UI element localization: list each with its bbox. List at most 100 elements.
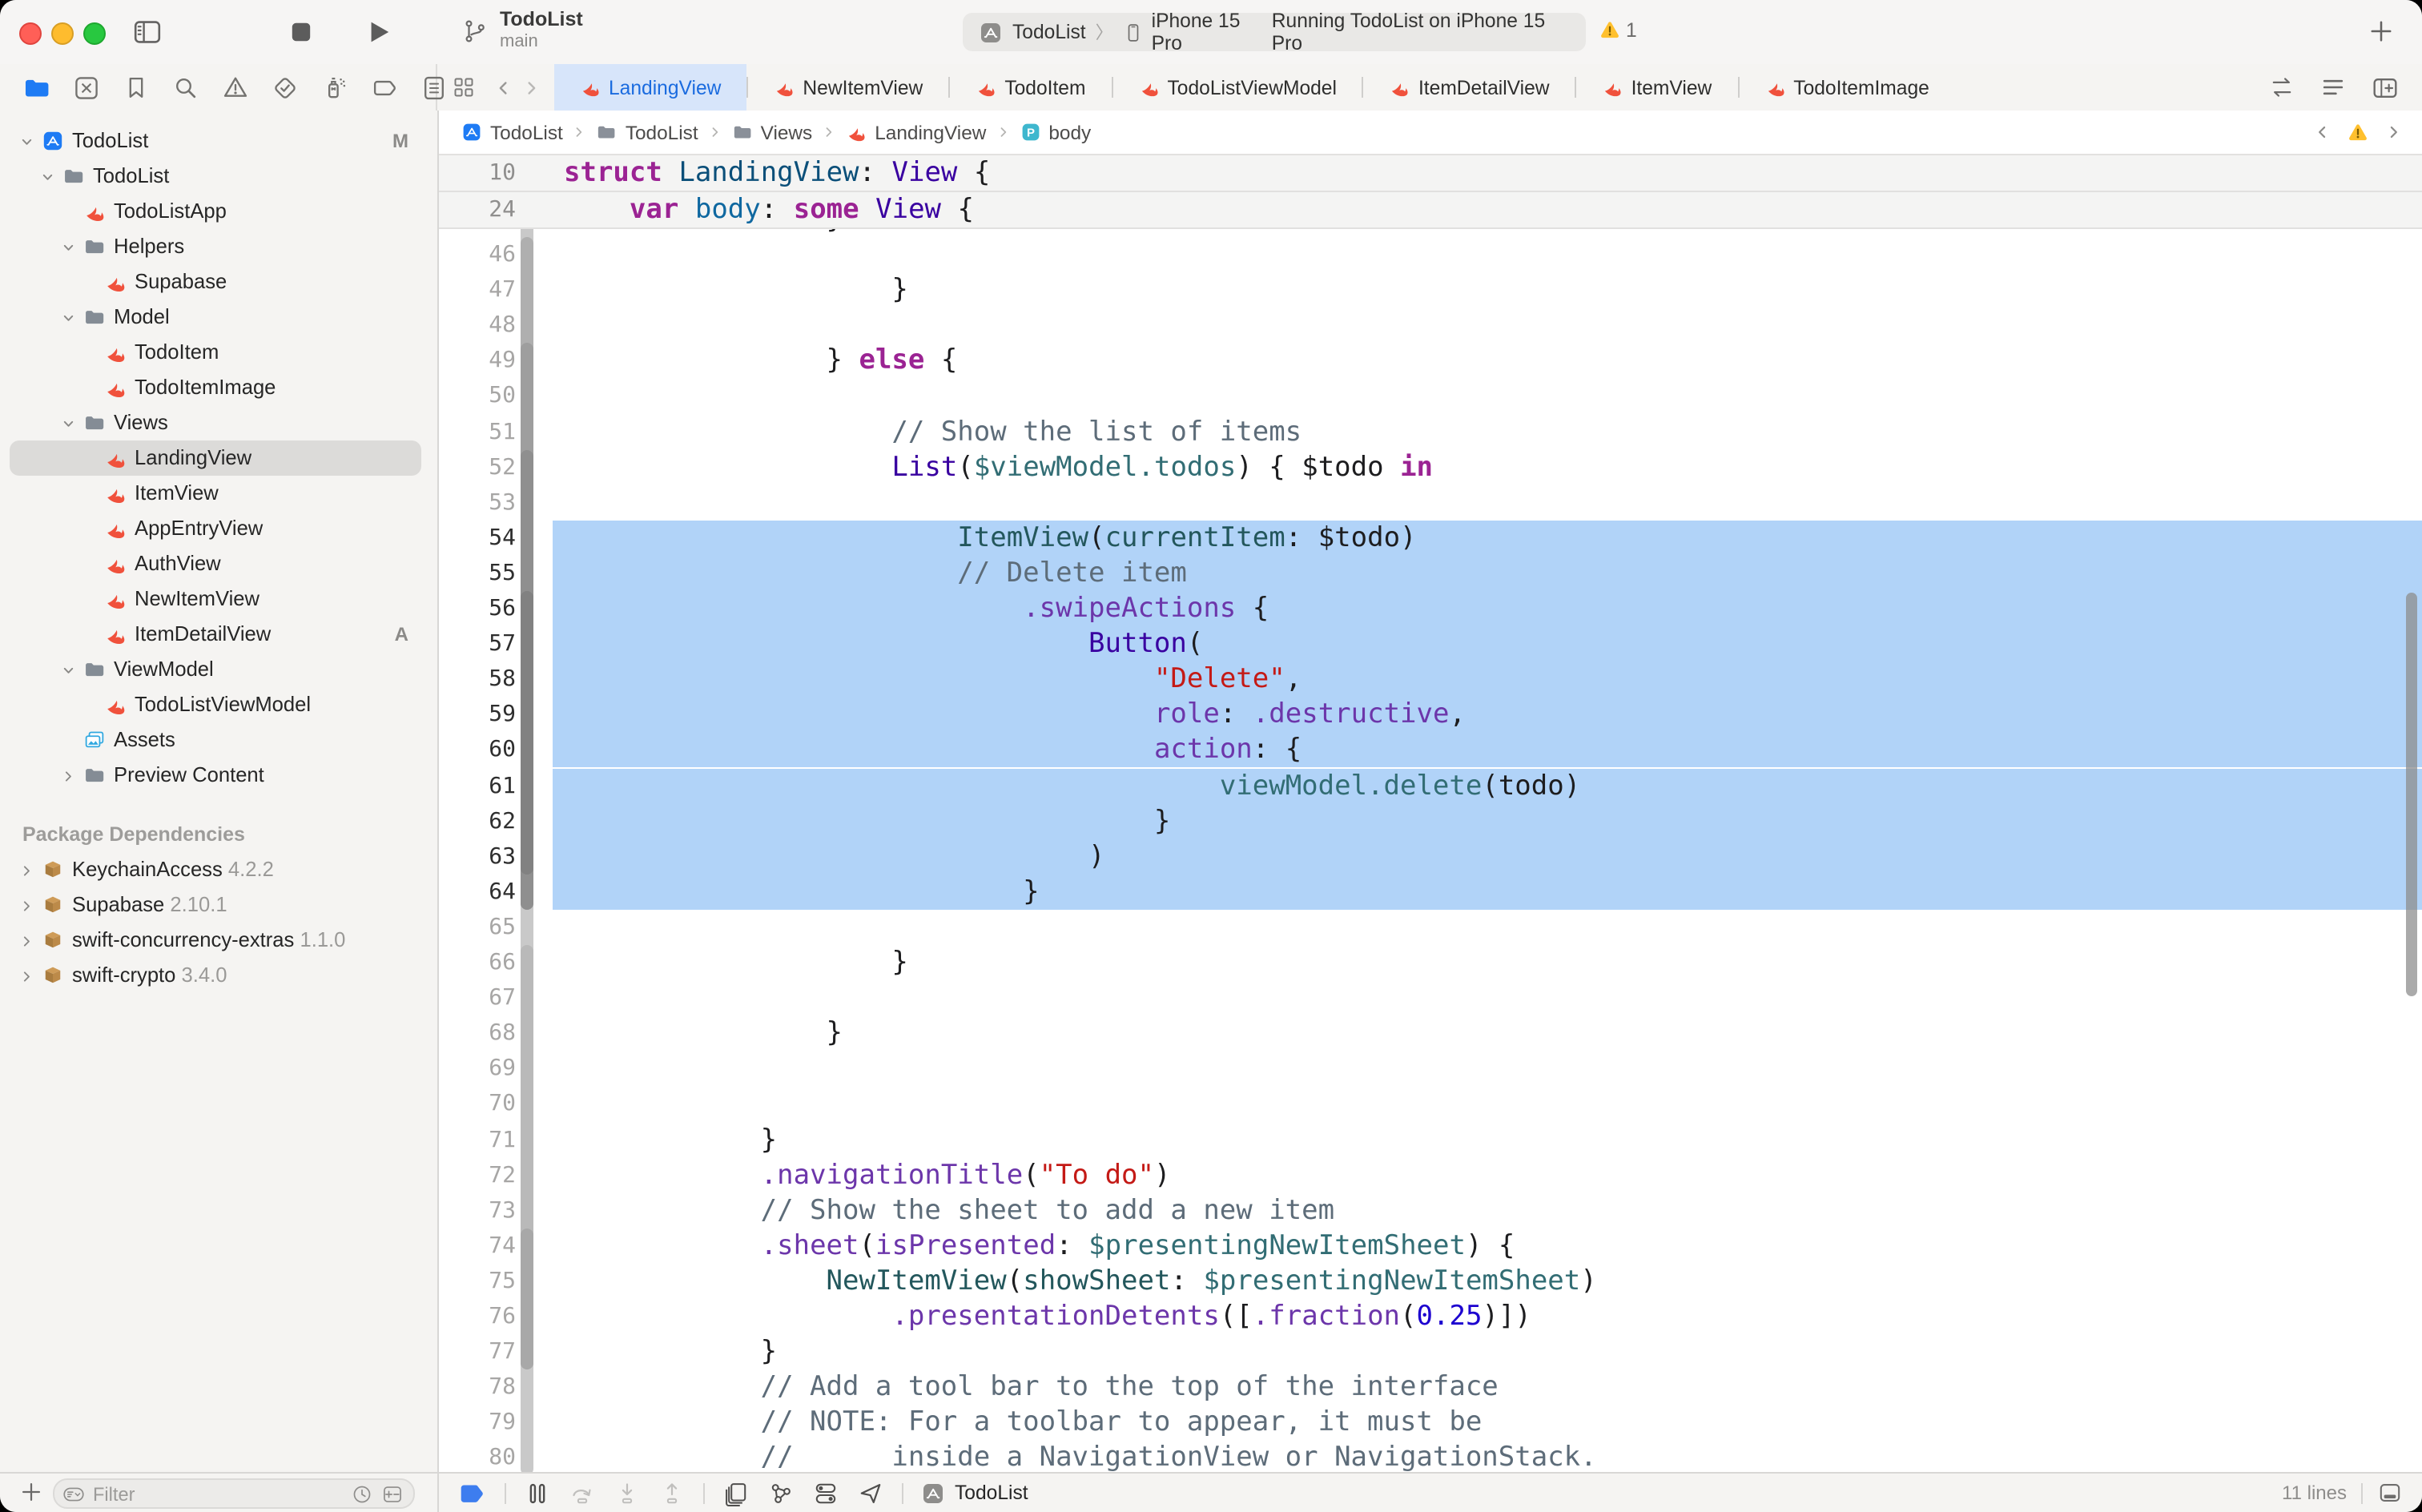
breadcrumb-item-TodoList[interactable]: TodoList: [597, 121, 698, 143]
code-line-57[interactable]: 57 Button(: [439, 626, 2422, 662]
line-number[interactable]: 64: [439, 875, 516, 910]
line-number[interactable]: 48: [439, 308, 516, 343]
line-number[interactable]: 62: [439, 803, 516, 838]
code-line-80[interactable]: 80 // inside a NavigationView or Navigat…: [439, 1441, 2422, 1474]
disclosure-closed-icon[interactable]: [19, 968, 34, 983]
sidebar-item-Supabase[interactable]: Supabase: [0, 264, 437, 300]
disclosure-open-icon[interactable]: [61, 310, 76, 325]
line-number[interactable]: 61: [439, 768, 516, 803]
sidebar-item-Preview-Content[interactable]: Preview Content: [0, 758, 437, 793]
step-into-button[interactable]: [614, 1479, 641, 1506]
line-number[interactable]: 68: [439, 1015, 516, 1051]
sidebar-item-NewItemView[interactable]: NewItemView: [0, 581, 437, 617]
line-number[interactable]: 76: [439, 1299, 516, 1334]
code-line-58[interactable]: 58 "Delete",: [439, 662, 2422, 697]
sidebar-item-ItemView[interactable]: ItemView: [0, 476, 437, 511]
sidebar-item-Helpers[interactable]: Helpers: [0, 229, 437, 264]
run-destination[interactable]: iPhone 15 Pro: [1152, 10, 1272, 54]
library-add-button[interactable]: [2368, 18, 2395, 45]
code-line-66[interactable]: 66 }: [439, 945, 2422, 980]
code-line-51[interactable]: 51 // Show the list of items: [439, 414, 2422, 449]
line-number[interactable]: 72: [439, 1157, 516, 1192]
go-back-button[interactable]: [493, 78, 513, 97]
line-number[interactable]: 52: [439, 449, 516, 485]
line-number[interactable]: 59: [439, 698, 516, 733]
sidebar-item-Model[interactable]: Model: [0, 300, 437, 335]
sidebar-item-Views[interactable]: Views: [0, 405, 437, 440]
go-forward-button[interactable]: [522, 78, 541, 97]
sidebar-item-AppEntryView[interactable]: AppEntryView: [0, 511, 437, 546]
source-control-filter-icon[interactable]: [381, 1482, 404, 1505]
sidebar-item-ViewModel[interactable]: ViewModel: [0, 652, 437, 687]
scheme-name[interactable]: TodoList: [1012, 21, 1086, 43]
line-number[interactable]: 73: [439, 1192, 516, 1228]
line-number[interactable]: 53: [439, 485, 516, 520]
line-number[interactable]: 47: [439, 272, 516, 308]
recent-files-filter-icon[interactable]: [351, 1482, 373, 1505]
package-item-swift-concurrency-extras[interactable]: swift-concurrency-extras 1.1.0: [0, 923, 437, 958]
code-line-63[interactable]: 63 ): [439, 838, 2422, 874]
line-number[interactable]: 65: [439, 910, 516, 945]
line-number[interactable]: 78: [439, 1369, 516, 1405]
package-item-Supabase[interactable]: Supabase 2.10.1: [0, 887, 437, 923]
line-number[interactable]: 55: [439, 556, 516, 591]
issues-navigator[interactable]: [221, 73, 250, 102]
line-number[interactable]: 57: [439, 626, 516, 662]
disclosure-open-icon[interactable]: [61, 239, 76, 255]
sidebar-item-TodoItemImage[interactable]: TodoItemImage: [0, 370, 437, 405]
issue-warning-icon[interactable]: [2347, 121, 2369, 143]
line-number[interactable]: 51: [439, 414, 516, 449]
filter-menu-icon[interactable]: [62, 1482, 85, 1505]
tab-NewItemView[interactable]: NewItemView: [748, 64, 948, 111]
code-line-54[interactable]: 54 ItemView(currentItem: $todo): [439, 521, 2422, 556]
line-number[interactable]: 66: [439, 945, 516, 980]
vertical-scrollbar-thumb[interactable]: [2406, 593, 2417, 996]
breadcrumb-item-LandingView[interactable]: LandingView: [846, 121, 986, 143]
add-item-button[interactable]: [19, 1480, 43, 1504]
pause-execution-button[interactable]: [524, 1479, 551, 1506]
code-line-70[interactable]: 70: [439, 1087, 2422, 1122]
breakpoints-toggle-button[interactable]: [457, 1478, 487, 1508]
code-line-72[interactable]: 72 .navigationTitle("To do"): [439, 1157, 2422, 1192]
sticky-line-24[interactable]: 24 var body: some View {: [439, 192, 2422, 229]
package-item-swift-crypto[interactable]: swift-crypto 3.4.0: [0, 958, 437, 993]
debug-navigator[interactable]: [320, 73, 349, 102]
swap-editor-icon[interactable]: [2268, 74, 2295, 101]
code-line-47[interactable]: 47 }: [439, 272, 2422, 308]
breadcrumb-item-Views[interactable]: Views: [732, 121, 813, 143]
editor-options-icon[interactable]: [2319, 74, 2347, 101]
line-number[interactable]: 75: [439, 1264, 516, 1299]
code-line-73[interactable]: 73 // Show the sheet to add a new item: [439, 1192, 2422, 1228]
line-number[interactable]: 74: [439, 1228, 516, 1264]
code-line-74[interactable]: 74 .sheet(isPresented: $presentingNewIte…: [439, 1228, 2422, 1264]
code-line-64[interactable]: 64 }: [439, 875, 2422, 910]
tab-TodoItemImage[interactable]: TodoItemImage: [1739, 64, 1955, 111]
minimize-button[interactable]: [51, 22, 74, 45]
next-issue-button[interactable]: [2385, 123, 2403, 141]
simulate-location-button[interactable]: [857, 1479, 884, 1506]
disclosure-closed-icon[interactable]: [19, 863, 34, 878]
code-line-48[interactable]: 48: [439, 308, 2422, 343]
line-number[interactable]: 49: [439, 344, 516, 379]
code-line-53[interactable]: 53: [439, 485, 2422, 520]
sidebar-item-ItemDetailView[interactable]: ItemDetailViewA: [0, 617, 437, 652]
tab-TodoListViewModel[interactable]: TodoListViewModel: [1113, 64, 1362, 111]
line-number[interactable]: 80: [439, 1441, 516, 1474]
line-number[interactable]: 50: [439, 379, 516, 414]
add-editor-icon[interactable]: [2371, 73, 2400, 102]
code-line-67[interactable]: 67: [439, 980, 2422, 1015]
breadcrumb-item-TodoList[interactable]: TodoList: [461, 121, 563, 143]
running-app-chip[interactable]: TodoList: [921, 1481, 1028, 1505]
sidebar-item-TodoListViewModel[interactable]: TodoListViewModel: [0, 687, 437, 722]
step-over-button[interactable]: [569, 1479, 596, 1506]
disclosure-open-icon[interactable]: [61, 662, 76, 678]
line-number[interactable]: 54: [439, 521, 516, 556]
sidebar-item-TodoListApp[interactable]: TodoListApp: [0, 194, 437, 229]
disclosure-open-icon[interactable]: [19, 134, 34, 149]
code-line-77[interactable]: 77 }: [439, 1334, 2422, 1369]
project-navigator[interactable]: [22, 73, 51, 102]
code-line-68[interactable]: 68 }: [439, 1015, 2422, 1051]
disclosure-open-icon[interactable]: [61, 416, 76, 431]
code-line-46[interactable]: 46: [439, 237, 2422, 272]
sidebar-item-LandingView[interactable]: LandingView: [0, 440, 437, 476]
